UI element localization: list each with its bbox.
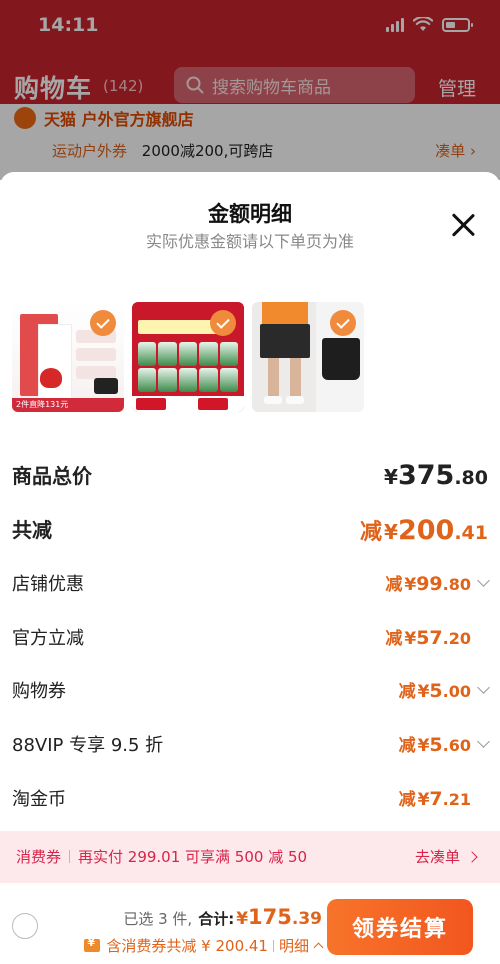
chevron-down-icon[interactable] — [477, 574, 490, 587]
checked-icon[interactable] — [330, 310, 356, 336]
row-value: ¥375.80 — [384, 460, 488, 491]
row-shopping-coupon[interactable]: 购物券 减 ¥5.00 — [12, 677, 490, 707]
row-label: 店铺优惠 — [12, 574, 84, 595]
row-value: 减 ¥7.21 — [398, 788, 471, 810]
product-thumbnail[interactable]: 2件直降131元 — [12, 302, 124, 412]
select-all-radio[interactable] — [12, 913, 38, 939]
sheet-title: 金额明细 — [208, 202, 292, 226]
chevron-up-icon[interactable] — [313, 942, 324, 953]
row-label: 淘金币 — [12, 789, 66, 810]
promo-text: 消费券 再实付 299.01 可享满 500 减 50 — [16, 846, 307, 867]
total-amount: ¥175.39 — [236, 905, 322, 929]
modal-overlay[interactable] — [0, 0, 500, 180]
product-thumbnail[interactable] — [132, 302, 244, 412]
row-value: 减 ¥99.80 — [385, 570, 490, 595]
promo-tag: 消费券 — [16, 848, 62, 866]
amount-detail-sheet: 金额明细 实际优惠金额请以下单页为准 2件直降131元 商品总价 ¥ 375 .… — [0, 172, 500, 964]
row-label: 官方立减 — [12, 628, 84, 649]
selected-summary: 已选 3 件, 合计: ¥175.39 — [123, 905, 322, 929]
chevron-right-icon — [466, 850, 478, 863]
checked-icon[interactable] — [210, 310, 236, 336]
row-value: 减 ¥5.00 — [399, 677, 490, 702]
selected-count: 已选 3 件, — [123, 910, 193, 928]
checkout-button[interactable]: 领券结算 — [327, 899, 473, 955]
row-value: 减 ¥5.60 — [399, 731, 490, 756]
product-thumbnails: 2件直降131元 — [12, 302, 364, 412]
promo-message: 再实付 299.01 可享满 500 减 50 — [78, 848, 308, 866]
consumption-coupon-bar: 消费券 再实付 299.01 可享满 500 减 50 去凑单 — [0, 831, 500, 883]
sheet-subtitle: 实际优惠金额请以下单页为准 — [145, 232, 354, 251]
row-taojinbi: 淘金币 减 ¥7.21 — [12, 785, 488, 815]
checkout-footer: 已选 3 件, 合计: ¥175.39 含消费券共减 ¥ 200.41 明细 领… — [0, 883, 500, 964]
row-value: 减 ¥200.41 — [360, 515, 488, 546]
add-items-link[interactable]: 去凑单 — [415, 846, 478, 867]
row-label: 商品总价 — [12, 464, 92, 488]
chevron-down-icon[interactable] — [477, 735, 490, 748]
row-label: 共减 — [12, 518, 52, 542]
close-icon[interactable] — [450, 212, 476, 238]
product-promo-strip: 2件直降131元 — [12, 398, 124, 412]
row-value: 减 ¥57.20 — [385, 627, 471, 649]
checked-icon[interactable] — [90, 310, 116, 336]
row-total-discount: 共减 减 ¥200.41 — [12, 514, 488, 546]
row-total-price: 商品总价 ¥375.80 — [12, 460, 488, 491]
row-label: 88VIP 专享 9.5 折 — [12, 735, 164, 756]
row-88vip-discount[interactable]: 88VIP 专享 9.5 折 减 ¥5.60 — [12, 731, 490, 761]
discount-text: 含消费券共减 ¥ 200.41 — [106, 937, 268, 955]
detail-toggle[interactable]: 明细 — [279, 935, 309, 956]
sum-label: 合计: — [198, 910, 235, 928]
discount-summary[interactable]: 含消费券共减 ¥ 200.41 明细 — [84, 935, 324, 956]
chevron-down-icon[interactable] — [477, 681, 490, 694]
coupon-icon — [84, 936, 101, 952]
row-official-discount: 官方立减 减 ¥57.20 — [12, 624, 488, 654]
product-thumbnail[interactable] — [252, 302, 364, 412]
row-store-discount[interactable]: 店铺优惠 减 ¥99.80 — [12, 570, 490, 600]
row-label: 购物券 — [12, 681, 66, 702]
